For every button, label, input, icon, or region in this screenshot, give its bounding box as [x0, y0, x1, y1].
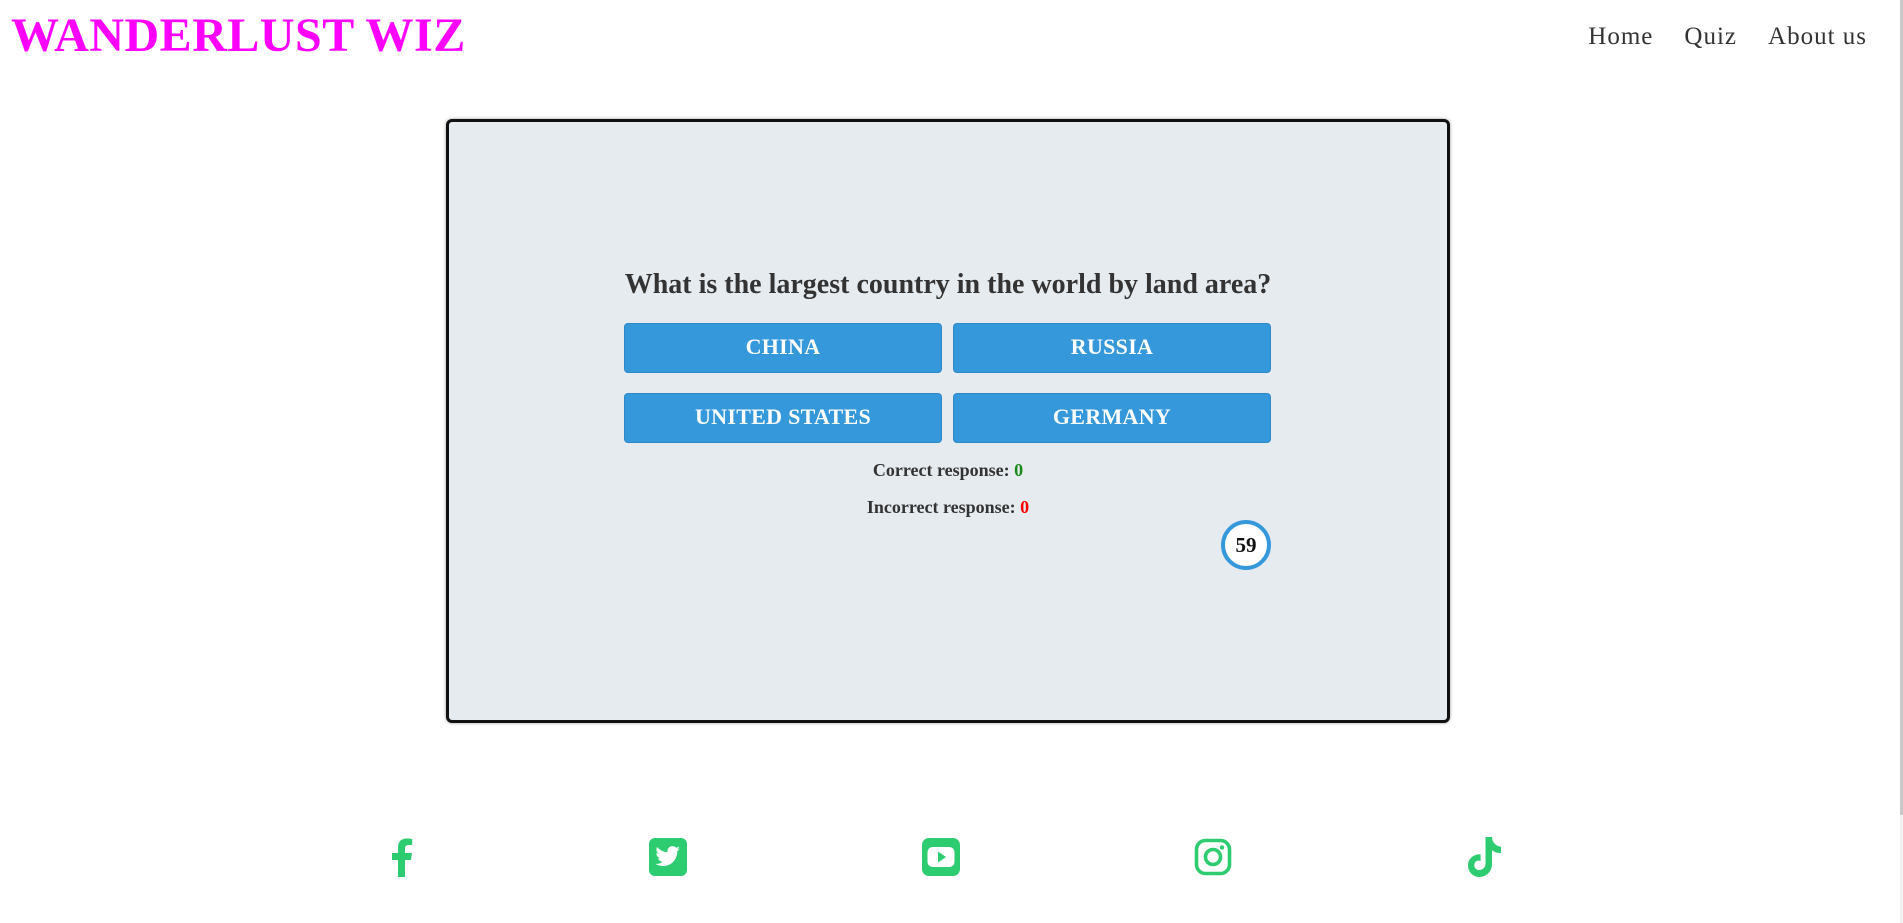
page: WANDERLUST WIZ Home Quiz About us What i…: [0, 0, 1903, 923]
youtube-icon[interactable]: [919, 833, 963, 881]
facebook-icon[interactable]: [380, 833, 424, 881]
correct-score-value: 0: [1014, 460, 1024, 480]
tiktok-icon[interactable]: [1463, 833, 1507, 881]
countdown-timer: 59: [1221, 520, 1271, 570]
nav-home-link[interactable]: Home: [1588, 20, 1653, 54]
site-header: WANDERLUST WIZ Home Quiz About us: [0, 0, 1903, 80]
answer-button-russia[interactable]: RUSSIA: [953, 323, 1271, 373]
twitter-icon[interactable]: [646, 833, 690, 881]
incorrect-score-line: Incorrect response: 0: [449, 495, 1447, 519]
answer-grid: CHINA RUSSIA UNITED STATES GERMANY: [624, 323, 1271, 443]
incorrect-score-value: 0: [1020, 497, 1030, 517]
quiz-question: What is the largest country in the world…: [624, 269, 1272, 300]
answer-button-china[interactable]: CHINA: [624, 323, 942, 373]
instagram-icon[interactable]: [1191, 833, 1235, 881]
quiz-card: What is the largest country in the world…: [446, 119, 1450, 723]
main-nav: Home Quiz About us: [1588, 20, 1867, 54]
social-footer: [0, 833, 1903, 883]
site-logo[interactable]: WANDERLUST WIZ: [11, 6, 466, 66]
answer-button-united-states[interactable]: UNITED STATES: [624, 393, 942, 443]
nav-quiz-link[interactable]: Quiz: [1684, 20, 1737, 54]
nav-about-link[interactable]: About us: [1768, 20, 1867, 54]
correct-score-label: Correct response:: [872, 460, 1010, 480]
answer-button-germany[interactable]: GERMANY: [953, 393, 1271, 443]
correct-score-line: Correct response: 0: [449, 458, 1447, 482]
incorrect-score-label: Incorrect response:: [866, 497, 1016, 517]
